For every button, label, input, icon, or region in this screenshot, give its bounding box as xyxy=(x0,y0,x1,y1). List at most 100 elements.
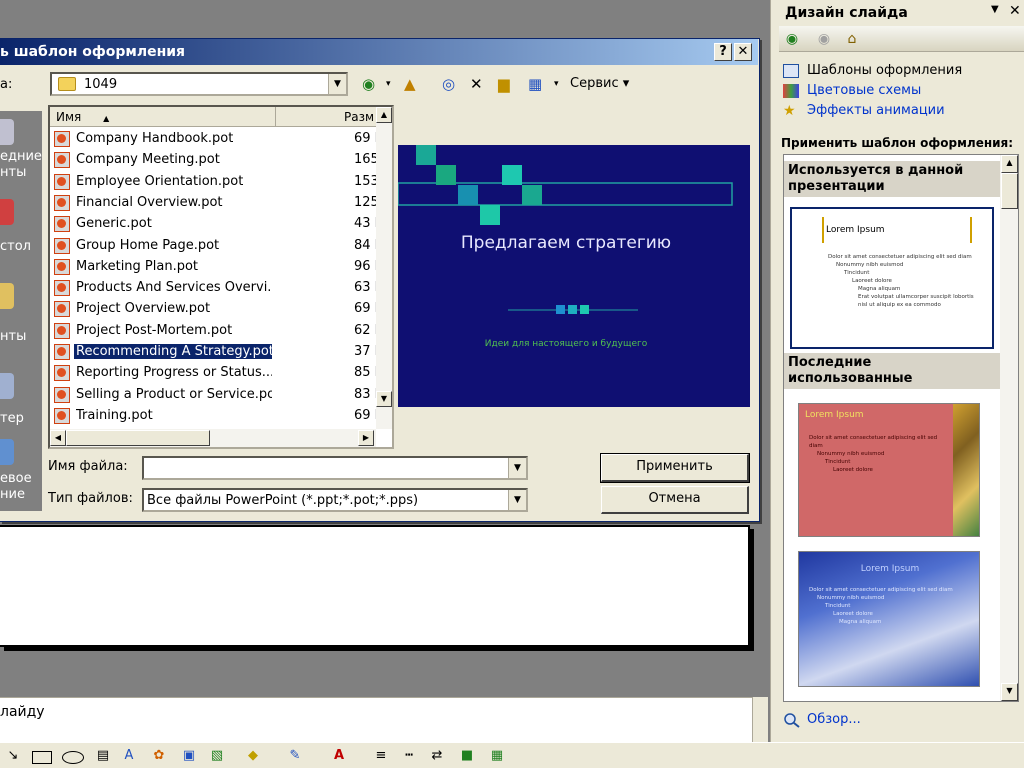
desktop-icon[interactable] xyxy=(0,199,14,225)
fill-color-icon[interactable]: ◆ xyxy=(244,748,262,764)
task-pane-close-icon[interactable]: ✕ xyxy=(1009,3,1021,19)
preview-band xyxy=(398,182,733,206)
file-size: 37 I xyxy=(354,344,379,359)
scroll-down-icon[interactable]: ▼ xyxy=(1001,683,1018,701)
views-dropdown-icon[interactable]: ▾ xyxy=(554,75,559,93)
link-color-schemes[interactable]: Цветовые схемы xyxy=(807,83,921,98)
place-network-label-1[interactable]: евое xyxy=(0,471,32,486)
forward-icon[interactable]: ◉ xyxy=(813,29,835,49)
place-network-label-2[interactable]: ние xyxy=(0,487,25,502)
template-thumb-recent-1[interactable]: Lorem Ipsum Dolor sit amet consectetuer … xyxy=(798,403,980,537)
file-row[interactable]: Company Handbook.pot 69 I xyxy=(52,129,379,149)
hscroll-thumb[interactable] xyxy=(66,430,210,446)
chevron-down-icon[interactable]: ▼ xyxy=(508,490,526,510)
rectangle-icon[interactable] xyxy=(32,751,52,764)
recent-documents-icon[interactable] xyxy=(0,119,14,145)
task-pane-menu-icon[interactable]: ▼ xyxy=(991,4,999,15)
back-icon[interactable]: ◉ xyxy=(781,29,803,49)
file-row[interactable]: Training.pot 69 I xyxy=(52,406,379,426)
file-list-hscrollbar[interactable]: ◀ ▶ xyxy=(50,429,376,447)
file-row[interactable]: Project Overview.pot 69 I xyxy=(52,299,379,319)
place-desktop-label[interactable]: стол xyxy=(0,239,31,254)
scroll-left-icon[interactable]: ◀ xyxy=(50,430,66,446)
font-color-icon[interactable]: A xyxy=(330,748,348,764)
thumb-bullet: Magna aliquam xyxy=(858,286,901,292)
file-row[interactable]: Recommending A Strategy.pot 37 I xyxy=(52,342,379,362)
file-row[interactable]: Products And Services Overvi... 63 I xyxy=(52,278,379,298)
template-thumb-current[interactable]: Lorem Ipsum Dolor sit amet consectetuer … xyxy=(790,207,994,349)
textbox-icon[interactable]: ▤ xyxy=(94,748,112,764)
notes-pane[interactable]: лайду xyxy=(0,697,768,742)
scroll-up-icon[interactable]: ▲ xyxy=(376,107,392,123)
file-row[interactable]: Reporting Progress or Status.... 85 I xyxy=(52,363,379,383)
close-button[interactable]: ✕ xyxy=(734,43,752,61)
template-thumb-recent-2[interactable]: Lorem Ipsum Dolor sit amet consectetuer … xyxy=(798,551,980,687)
file-row[interactable]: Financial Overview.pot 125 I xyxy=(52,193,387,213)
tools-menu[interactable]: Сервис ▾ xyxy=(570,76,629,91)
back-dropdown-icon[interactable]: ▾ xyxy=(386,75,391,93)
look-in-combo[interactable]: 1049 ▼ xyxy=(50,72,348,96)
up-folder-icon[interactable]: ▲ xyxy=(404,75,416,93)
apply-button[interactable]: Применить xyxy=(600,453,750,483)
arrow-style-icon[interactable]: ⇄ xyxy=(428,748,446,764)
new-folder-icon[interactable]: ▆ xyxy=(498,75,510,93)
home-icon[interactable]: ⌂ xyxy=(841,29,863,49)
template-gallery[interactable]: Используется в данной презентации Lorem … xyxy=(783,154,1019,702)
column-header-size[interactable]: Разм xyxy=(276,107,376,127)
oval-icon[interactable] xyxy=(62,751,84,764)
clipart-icon[interactable]: ▣ xyxy=(180,748,198,764)
look-in-value: 1049 xyxy=(84,77,118,92)
shadow-icon[interactable]: ■ xyxy=(458,748,476,764)
scroll-down-icon[interactable]: ▼ xyxy=(376,391,392,407)
chevron-down-icon[interactable]: ▼ xyxy=(328,74,346,94)
place-recent-label-1[interactable]: едние xyxy=(0,149,42,164)
network-places-icon[interactable] xyxy=(0,439,14,465)
file-row[interactable]: Company Meeting.pot 165 I xyxy=(52,150,387,170)
delete-icon[interactable]: ✕ xyxy=(470,75,483,93)
file-name-label: Имя файла: xyxy=(48,459,128,474)
notes-scrollbar[interactable] xyxy=(752,697,768,742)
back-icon[interactable]: ◉ xyxy=(362,75,375,93)
file-row[interactable]: Group Home Page.pot 84 I xyxy=(52,236,379,256)
file-row[interactable]: Project Post-Mortem.pot 62 I xyxy=(52,321,379,341)
link-animation-schemes[interactable]: Эффекты анимации xyxy=(807,103,945,118)
dialog-titlebar[interactable]: ь шаблон оформления ? ✕ xyxy=(0,39,758,65)
file-row[interactable]: Selling a Product or Service.pot 83 I xyxy=(52,385,379,405)
file-type-select[interactable]: Все файлы PowerPoint (*.ppt;*.pot;*.pps)… xyxy=(142,488,528,512)
cancel-button[interactable]: Отмена xyxy=(601,486,749,514)
gallery-scroll-thumb[interactable] xyxy=(1001,173,1018,209)
my-documents-icon[interactable] xyxy=(0,283,14,309)
scroll-up-icon[interactable]: ▲ xyxy=(1001,155,1018,173)
file-row[interactable]: Generic.pot 43 I xyxy=(52,214,379,234)
gallery-vscrollbar[interactable]: ▲ ▼ xyxy=(1000,155,1018,701)
file-row[interactable]: Employee Orientation.pot 153 I xyxy=(52,172,387,192)
arrow-icon[interactable]: ↘ xyxy=(4,748,22,764)
wordart-icon[interactable]: A xyxy=(120,748,138,764)
3d-icon[interactable]: ▦ xyxy=(488,748,506,764)
file-row[interactable]: Marketing Plan.pot 96 I xyxy=(52,257,379,277)
scroll-right-icon[interactable]: ▶ xyxy=(358,430,374,446)
place-computer-label[interactable]: тер xyxy=(0,411,24,426)
diagram-icon[interactable]: ✿ xyxy=(150,748,168,764)
powerpoint-file-icon xyxy=(54,258,70,275)
browse-link[interactable]: Обзор... xyxy=(807,712,861,727)
picture-icon[interactable]: ▧ xyxy=(208,748,226,764)
thumb-bullet: Laoreet dolore xyxy=(833,611,873,617)
place-documents-label[interactable]: нты xyxy=(0,329,26,344)
search-web-icon[interactable]: ◎ xyxy=(442,75,455,93)
help-button[interactable]: ? xyxy=(714,43,732,61)
chevron-down-icon[interactable]: ▼ xyxy=(508,458,526,478)
file-list-vscrollbar[interactable]: ▲ ▼ xyxy=(376,107,392,429)
file-list[interactable]: Имя ▲ Разм Company Handbook.pot 69 I Compa… xyxy=(48,105,394,449)
slide-canvas[interactable] xyxy=(0,525,750,647)
line-color-icon[interactable]: ✎ xyxy=(286,748,304,764)
views-icon[interactable]: ▦ xyxy=(528,75,542,93)
column-header-name[interactable]: Имя ▲ xyxy=(50,107,276,127)
line-style-icon[interactable]: ≡ xyxy=(372,748,390,764)
place-recent-label-2[interactable]: нты xyxy=(0,165,26,180)
file-name-input[interactable]: ▼ xyxy=(142,456,528,480)
apply-template-label: Применить шаблон оформления: xyxy=(781,136,1014,150)
link-design-templates[interactable]: Шаблоны оформления xyxy=(807,63,962,78)
dash-style-icon[interactable]: ┅ xyxy=(400,748,418,764)
my-computer-icon[interactable] xyxy=(0,373,14,399)
